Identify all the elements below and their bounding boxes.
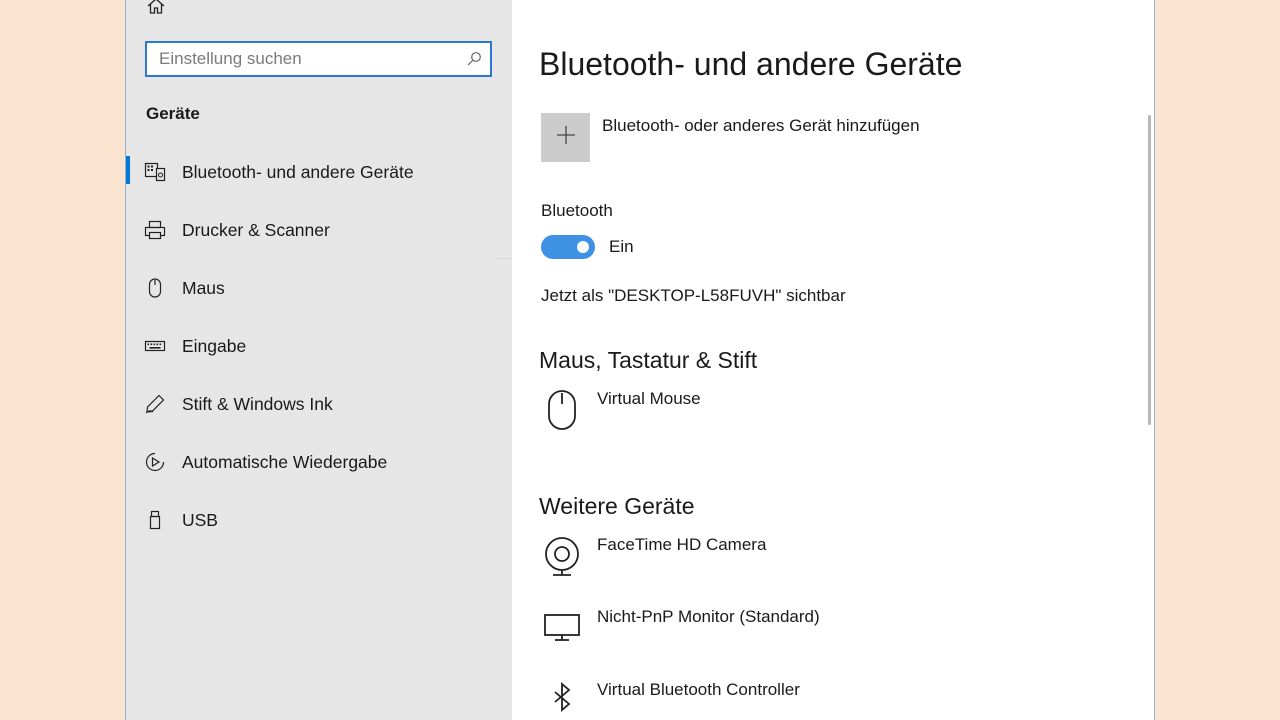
sidebar-item-autoplay[interactable]: Automatische Wiedergabe	[126, 440, 512, 484]
sidebar-item-bluetooth[interactable]: Bluetooth- und andere Geräte	[126, 150, 512, 194]
bluetooth-label: Bluetooth	[541, 201, 613, 220]
sidebar-item-printers[interactable]: Drucker & Scanner	[126, 208, 512, 252]
sidebar-item-pen[interactable]: Stift & Windows Ink	[126, 382, 512, 426]
toggle-knob	[577, 241, 589, 253]
sidebar-item-label: Drucker & Scanner	[182, 219, 330, 240]
sidebar-item-input[interactable]: Eingabe	[126, 324, 512, 368]
keyboard-icon	[144, 335, 166, 357]
webcam-icon	[543, 535, 581, 577]
sidebar-item-mouse[interactable]: Maus	[126, 266, 512, 310]
mouse-icon	[543, 389, 581, 431]
search-input[interactable]	[147, 43, 459, 75]
section-title-mouse-keyboard: Maus, Tastatur & Stift	[539, 347, 758, 373]
device-label: Virtual Mouse	[597, 389, 701, 408]
mouse-icon	[144, 277, 166, 299]
home-icon[interactable]	[146, 0, 166, 16]
sidebar-item-usb[interactable]: USB	[126, 498, 512, 542]
device-label: FaceTime HD Camera	[597, 535, 767, 554]
bluetooth-toggle[interactable]	[541, 235, 595, 259]
toggle-state-label: Ein	[609, 237, 634, 256]
page-title: Bluetooth- und andere Geräte	[539, 46, 963, 82]
sidebar: Geräte Bluetooth- und andere Geräte Druc…	[126, 0, 512, 720]
autoplay-icon	[144, 451, 166, 473]
plus-icon	[555, 124, 577, 151]
add-device-label[interactable]: Bluetooth- oder anderes Gerät hinzufügen	[602, 116, 920, 136]
visibility-text: Jetzt als "DESKTOP-L58FUVH" sichtbar	[541, 286, 846, 305]
pen-icon	[144, 393, 166, 415]
sidebar-item-label: Automatische Wiedergabe	[182, 451, 388, 472]
add-device-button[interactable]	[541, 113, 590, 162]
device-item-virtual-mouse[interactable]: Virtual Mouse	[539, 389, 1119, 439]
device-item-facetime-camera[interactable]: FaceTime HD Camera	[539, 535, 1119, 585]
section-title-other-devices: Weitere Geräte	[539, 493, 695, 519]
monitor-icon	[543, 607, 581, 649]
search-box[interactable]	[145, 41, 492, 77]
device-label: Nicht-PnP Monitor (Standard)	[597, 607, 820, 626]
divider	[496, 258, 512, 259]
bluetooth-devices-icon	[144, 161, 166, 183]
usb-icon	[144, 509, 166, 531]
printer-icon	[144, 219, 166, 241]
sidebar-section-title: Geräte	[146, 104, 200, 123]
device-item-bluetooth-controller[interactable]: Virtual Bluetooth Controller	[539, 680, 1119, 720]
scrollbar[interactable]	[1148, 115, 1151, 425]
device-item-monitor[interactable]: Nicht-PnP Monitor (Standard)	[539, 607, 1119, 657]
sidebar-item-label: USB	[182, 509, 218, 530]
search-icon[interactable]	[466, 51, 482, 67]
sidebar-item-label: Maus	[182, 277, 225, 298]
device-label: Virtual Bluetooth Controller	[597, 680, 800, 699]
settings-window: Geräte Bluetooth- und andere Geräte Druc…	[125, 0, 1155, 720]
sidebar-item-label: Eingabe	[182, 335, 247, 356]
bluetooth-icon	[543, 680, 581, 720]
sidebar-item-label: Stift & Windows Ink	[182, 393, 333, 414]
sidebar-item-label: Bluetooth- und andere Geräte	[182, 161, 414, 182]
main-content: Bluetooth- und andere Geräte Bluetooth- …	[512, 0, 1154, 720]
